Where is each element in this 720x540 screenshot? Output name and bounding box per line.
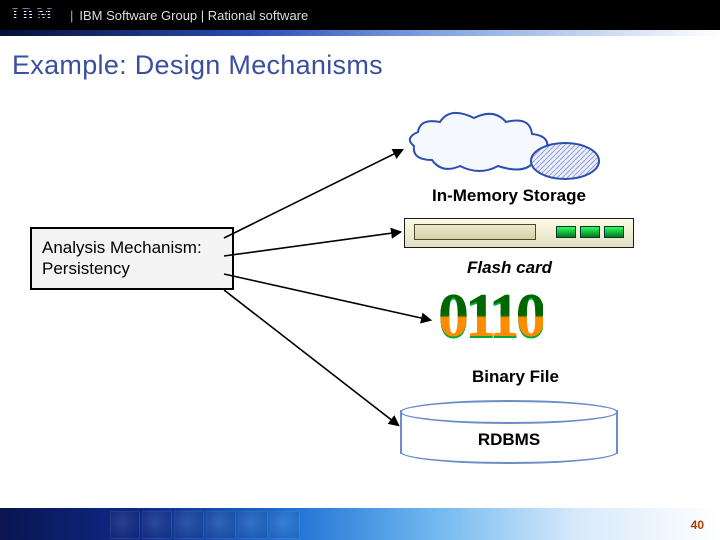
flash-card-icon (404, 218, 634, 248)
ibm-logo: IBM (10, 6, 58, 24)
slide: IBM | IBM Software Group | Rational soft… (0, 0, 720, 540)
binary-file-label: Binary File (472, 367, 559, 387)
header-product: Rational software (208, 8, 308, 23)
header-bar: IBM | IBM Software Group | Rational soft… (0, 0, 720, 30)
header-text: IBM Software Group | Rational software (79, 8, 308, 23)
flash-card-label: Flash card (467, 258, 552, 278)
separator: | (201, 8, 208, 23)
analysis-mechanism-box: Analysis Mechanism: Persistency (30, 227, 234, 290)
binary-file-icon: 0110 (438, 290, 543, 343)
header-group: IBM Software Group (79, 8, 197, 23)
page-number: 40 (691, 518, 704, 532)
separator: | (70, 8, 73, 23)
in-memory-label: In-Memory Storage (432, 186, 586, 206)
rdbms-cylinder: RDBMS (400, 400, 618, 464)
cloud-icon-small (525, 135, 605, 183)
footer-bar (0, 508, 720, 540)
rdbms-label: RDBMS (400, 430, 618, 450)
footer-decorative-icons (110, 511, 300, 537)
header-underline (0, 30, 720, 36)
slide-title: Example: Design Mechanisms (12, 50, 383, 81)
